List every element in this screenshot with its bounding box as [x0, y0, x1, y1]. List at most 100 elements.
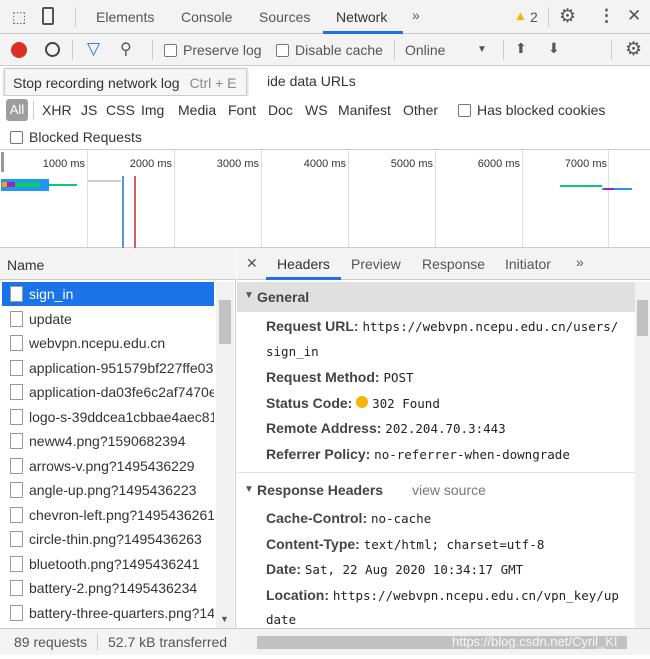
tab-sources[interactable]: Sources — [259, 9, 310, 25]
file-icon — [10, 506, 23, 523]
request-name: sign_in — [29, 286, 74, 302]
filter-other[interactable]: Other — [403, 102, 438, 118]
file-icon — [10, 457, 23, 474]
tab-elements[interactable]: Elements — [96, 9, 154, 25]
caret-down-icon: ▼ — [244, 290, 254, 301]
timeline-overview[interactable]: 1000 ms 2000 ms 3000 ms 4000 ms 5000 ms … — [0, 150, 650, 248]
load-line — [134, 176, 136, 248]
request-name: application-da03fe6c2af7470e — [29, 384, 214, 400]
request-list: Name sign_inupdate webvpn.ncepu.edu.cn app… — [0, 248, 236, 628]
close-icon[interactable]: ✕ — [627, 6, 641, 26]
more-tabs-icon[interactable]: » — [412, 7, 420, 23]
filter-icon[interactable]: ▽ — [87, 39, 100, 59]
name-column-header[interactable]: Name — [7, 257, 44, 273]
request-url-continued: sign_in — [266, 344, 319, 359]
file-icon — [10, 604, 23, 621]
import-har-icon[interactable]: ⬆ — [515, 40, 527, 57]
filter-xhr[interactable]: XHR — [42, 102, 72, 118]
has-blocked-cookies-checkbox[interactable]: Has blocked cookies — [458, 102, 605, 118]
hide-data-urls-label[interactable]: ide data URLs — [267, 73, 356, 89]
network-toolbar: ▽ ⚲ Preserve log Disable cache Online ▼ ⬆… — [0, 34, 650, 66]
list-scrollbar[interactable]: ▼ — [216, 282, 234, 628]
request-row[interactable]: chevron-left.png?1495436261 — [2, 503, 214, 527]
status-dot-icon — [356, 396, 369, 408]
filter-img[interactable]: Img — [141, 102, 164, 118]
settings-icon[interactable]: ⚙ — [559, 5, 576, 28]
file-icon — [10, 531, 23, 547]
network-settings-icon[interactable]: ⚙ — [625, 38, 642, 61]
tab-response[interactable]: Response — [422, 256, 485, 272]
search-icon[interactable]: ⚲ — [120, 39, 132, 59]
filter-css[interactable]: CSS — [106, 102, 135, 118]
filter-font[interactable]: Font — [228, 102, 256, 118]
tab-headers[interactable]: Headers — [277, 256, 330, 272]
request-name: bluetooth.png?1495436241 — [29, 555, 200, 572]
disable-cache-checkbox[interactable]: Disable cache — [276, 42, 383, 58]
file-icon — [10, 408, 23, 425]
request-name: update — [29, 310, 72, 327]
request-name: logo-s-39ddcea1cbbae4aec81 — [29, 408, 214, 425]
request-row[interactable]: application-951579bf227ffe03 — [2, 356, 214, 380]
request-row[interactable]: battery-three-quarters.png?14 — [2, 601, 214, 625]
request-name: circle-thin.png?1495436263 — [29, 531, 202, 547]
request-row[interactable]: sign_in — [2, 282, 214, 306]
more-detail-tabs-icon[interactable]: » — [576, 254, 584, 270]
detail-scrollbar[interactable] — [635, 282, 650, 628]
request-row[interactable]: circle-thin.png?1495436263 — [2, 527, 214, 551]
request-name: battery-2.png?1495436234 — [29, 580, 198, 596]
request-row[interactable]: webvpn.ncepu.edu.cn — [2, 331, 214, 355]
general-section-header[interactable]: ▼ General — [237, 282, 635, 312]
export-har-icon[interactable]: ⬇ — [548, 40, 560, 57]
record-icon[interactable] — [11, 42, 27, 58]
more-options-icon[interactable]: ⋮ — [598, 6, 615, 26]
filter-js[interactable]: JS — [81, 102, 97, 118]
dom-content-loaded-line — [122, 176, 124, 248]
content-type-row: Content-Type: text/html; charset=utf-8 — [266, 536, 545, 552]
request-name: arrows-v.png?1495436229 — [29, 457, 195, 474]
preserve-log-checkbox[interactable]: Preserve log — [164, 42, 262, 58]
filter-all[interactable]: All — [6, 99, 28, 121]
warning-icon[interactable]: ▲ — [514, 8, 527, 23]
device-toolbar-icon[interactable] — [42, 7, 54, 25]
tab-initiator[interactable]: Initiator — [505, 256, 551, 272]
view-source-link[interactable]: view source — [412, 482, 486, 498]
file-icon — [10, 580, 23, 596]
tick-label: 7000 ms — [564, 158, 607, 170]
request-row[interactable]: battery-2.png?1495436234 — [2, 576, 214, 600]
tick-label: 4000 ms — [303, 158, 346, 170]
inspect-element-icon[interactable]: ⬚ — [12, 8, 26, 26]
filter-manifest[interactable]: Manifest — [338, 102, 391, 118]
file-icon — [10, 310, 23, 327]
request-name: application-951579bf227ffe03 — [29, 359, 214, 376]
response-headers-section-header[interactable]: ▼ Response Headers view source — [237, 478, 635, 502]
close-detail-icon[interactable]: ✕ — [246, 255, 258, 272]
tab-network[interactable]: Network — [336, 9, 387, 25]
request-row[interactable]: neww4.png?1590682394 — [2, 429, 214, 453]
date-row: Date: Sat, 22 Aug 2020 10:34:17 GMT — [266, 561, 524, 577]
filter-doc[interactable]: Doc — [268, 102, 293, 118]
request-row[interactable]: application-da03fe6c2af7470e — [2, 380, 214, 404]
transferred-size: 52.7 kB transferred — [108, 634, 228, 650]
tooltip: Stop recording network log Ctrl + E — [4, 68, 247, 96]
filter-media[interactable]: Media — [178, 102, 216, 118]
location-continued: date — [266, 612, 297, 627]
request-name: chevron-left.png?1495436261 — [29, 506, 214, 523]
timeline-handle[interactable] — [1, 152, 4, 172]
request-row[interactable]: angle-up.png?1495436223 — [2, 478, 214, 502]
warning-count[interactable]: 2 — [530, 9, 538, 25]
preserve-log-label: Preserve log — [183, 42, 262, 58]
request-row[interactable]: bluetooth.png?1495436241 — [2, 552, 214, 576]
request-row[interactable]: logo-s-39ddcea1cbbae4aec81 — [2, 405, 214, 429]
cache-control-row: Cache-Control: no-cache — [266, 510, 432, 526]
request-row[interactable]: arrows-v.png?1495436229 — [2, 454, 214, 478]
tab-preview[interactable]: Preview — [351, 256, 401, 272]
request-row[interactable]: update — [2, 307, 214, 331]
clear-icon[interactable] — [45, 42, 60, 57]
file-icon — [10, 384, 23, 400]
request-count: 89 requests — [14, 634, 88, 650]
referrer-policy-row: Referrer Policy: no-referrer-when-downgr… — [266, 446, 570, 462]
throttle-select[interactable]: Online ▼ — [405, 42, 495, 58]
blocked-requests-checkbox[interactable]: Blocked Requests — [10, 129, 142, 145]
tab-console[interactable]: Console — [181, 9, 232, 25]
filter-ws[interactable]: WS — [305, 102, 328, 118]
